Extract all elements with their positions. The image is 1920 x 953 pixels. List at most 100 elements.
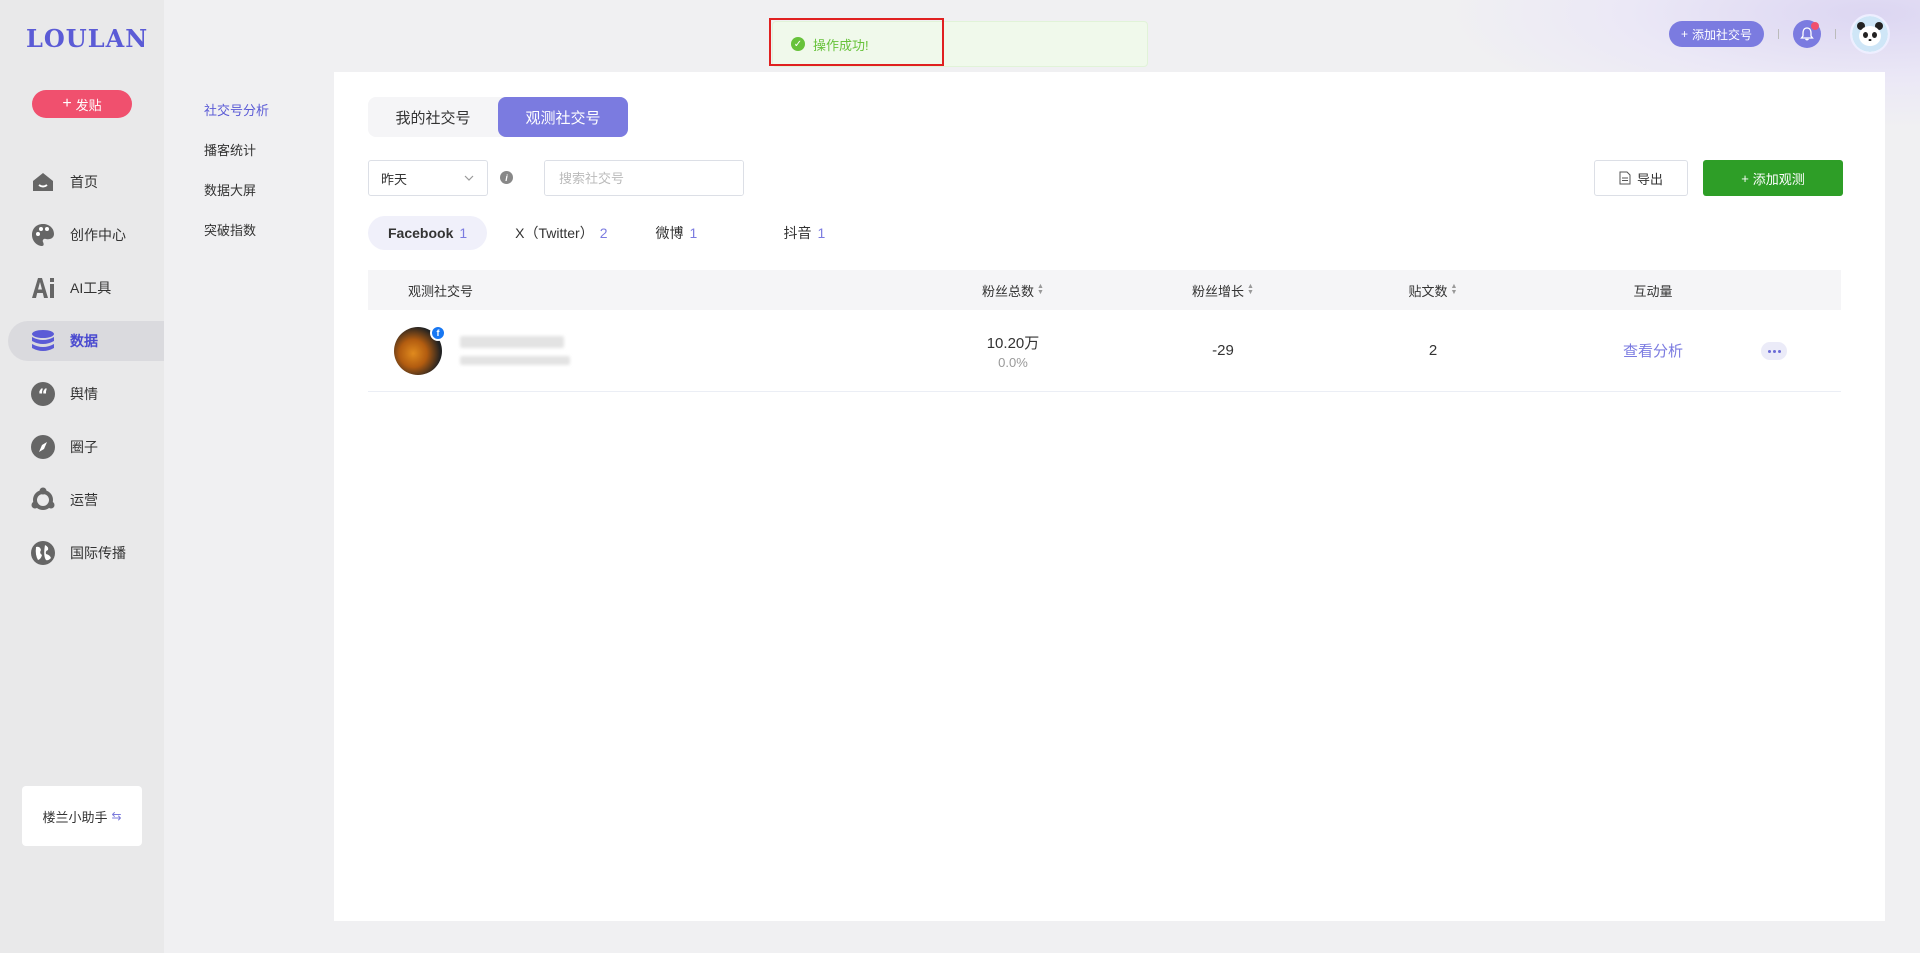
nav-label: 创作中心 <box>70 227 126 243</box>
check-circle-icon: ✓ <box>791 37 805 51</box>
plus-icon: + <box>1741 170 1749 186</box>
export-button[interactable]: 导出 <box>1594 160 1688 196</box>
main-panel: 我的社交号 观测社交号 昨天 i 导出 + 添加观测 Facebook 1 <box>334 72 1885 921</box>
swap-icon: ⇆ <box>111 809 122 823</box>
account-tabs: 我的社交号 观测社交号 <box>368 97 628 137</box>
tab-my-accounts[interactable]: 我的社交号 <box>368 97 498 137</box>
table-header: 观测社交号 粉丝总数 ▲ ▼ 粉丝增长 ▲ ▼ 贴文数 ▲ ▼ 互动量 <box>368 270 1841 310</box>
chevron-down-icon <box>464 175 474 181</box>
fans-total: 10.20万 <box>986 334 1040 352</box>
platform-tab-weibo[interactable]: 微博 1 <box>636 216 756 250</box>
platform-tab-twitter[interactable]: X（Twitter） 2 <box>495 216 627 250</box>
platform-count: 1 <box>459 225 468 241</box>
account-avatar: f <box>394 324 446 375</box>
nav-item-data[interactable]: 数据 <box>8 321 164 361</box>
export-label: 导出 <box>1636 171 1663 187</box>
platform-tab-facebook[interactable]: Facebook 1 <box>368 216 488 250</box>
nav-item-circle[interactable]: 圈子 <box>0 427 164 467</box>
header-posts[interactable]: 贴文数 ▲ ▼ <box>1328 281 1538 300</box>
header-label: 粉丝总数 <box>982 283 1035 299</box>
nav-label: 运营 <box>70 492 98 508</box>
header-label: 互动量 <box>1633 283 1673 299</box>
nav-item-ai-tools[interactable]: AI工具 <box>0 268 164 308</box>
platform-name: 抖音 <box>783 225 812 241</box>
platform-count: 1 <box>689 225 698 241</box>
add-watch-label: 添加观测 <box>1752 171 1805 187</box>
header-growth[interactable]: 粉丝增长 ▲ ▼ <box>1118 281 1328 300</box>
sort-icon[interactable]: ▲ ▼ <box>1451 283 1458 296</box>
plus-icon: + <box>1680 27 1688 41</box>
quote-icon: “ <box>30 381 56 407</box>
palette-icon <box>30 222 56 248</box>
assistant-button[interactable]: 楼兰小助手 ⇆ <box>22 786 142 846</box>
accounts-table: 观测社交号 粉丝总数 ▲ ▼ 粉丝增长 ▲ ▼ 贴文数 ▲ ▼ 互动量 f 10… <box>368 270 1841 392</box>
ai-icon <box>30 275 56 301</box>
subnav-item-social-analysis[interactable]: 社交号分析 <box>204 100 269 120</box>
sort-icon[interactable]: ▲ ▼ <box>1247 283 1254 296</box>
search-box <box>544 160 744 196</box>
top-actions: + 添加社交号 <box>1668 14 1890 54</box>
nav-item-operations[interactable]: 运营 <box>0 480 164 520</box>
add-social-account-button[interactable]: + 添加社交号 <box>1668 21 1764 47</box>
globe-icon <box>30 540 56 566</box>
header-label: 贴文数 <box>1408 283 1448 299</box>
header-interactions: 互动量 <box>1538 281 1768 300</box>
subnav-item-podcast-stats[interactable]: 播客统计 <box>204 140 269 160</box>
compass-icon <box>30 434 56 460</box>
sort-icon[interactable]: ▲ ▼ <box>1037 283 1044 296</box>
document-icon <box>1619 171 1631 185</box>
nav-item-home[interactable]: 首页 <box>0 162 164 202</box>
header-fans[interactable]: 粉丝总数 ▲ ▼ <box>908 281 1118 300</box>
nav-item-international[interactable]: 国际传播 <box>0 533 164 573</box>
operations-icon <box>30 487 56 513</box>
nav-item-sentiment[interactable]: “ 舆情 <box>0 374 164 414</box>
tab-watched-accounts[interactable]: 观测社交号 <box>498 97 628 137</box>
app-logo[interactable]: LOULAN <box>26 24 148 53</box>
nav-label: 首页 <box>70 174 98 190</box>
interactions-cell: 查看分析 <box>1538 340 1768 361</box>
fans-growth: -29 <box>1212 342 1234 359</box>
blurred-handle <box>460 356 570 365</box>
blurred-name <box>460 336 564 348</box>
date-range-select[interactable]: 昨天 <box>368 160 488 196</box>
post-count: 2 <box>1428 342 1438 359</box>
main-nav: 首页 创作中心 AI工具 数据 “ 舆情 圈子 运营 国际传播 <box>0 162 164 586</box>
sub-nav: 社交号分析 播客统计 数据大屏 突破指数 <box>204 100 269 260</box>
post-button-label: 发贴 <box>75 97 102 113</box>
account-cell: f <box>368 324 908 375</box>
info-icon[interactable]: i <box>500 171 513 184</box>
plus-icon: + <box>62 95 72 112</box>
header-label: 观测社交号 <box>408 283 474 299</box>
nav-label: 舆情 <box>70 386 98 402</box>
subnav-item-data-screen[interactable]: 数据大屏 <box>204 180 269 200</box>
main-sidebar: LOULAN + 发贴 首页 创作中心 AI工具 数据 “ 舆情 圈子 运营 国… <box>0 0 164 953</box>
assistant-label: 楼兰小助手 <box>42 809 108 825</box>
platform-filter: Facebook 1 X（Twitter） 2 微博 1 抖音 1 <box>368 216 884 250</box>
fans-cell: 10.20万 0.0% <box>908 332 1118 370</box>
user-avatar[interactable] <box>1850 14 1890 54</box>
platform-name: 微博 <box>655 225 684 241</box>
database-icon <box>30 328 56 354</box>
view-analysis-link[interactable]: 查看分析 <box>1623 340 1683 361</box>
date-range-value: 昨天 <box>381 171 408 187</box>
growth-cell: -29 <box>1118 342 1328 359</box>
subnav-item-breakthrough-index[interactable]: 突破指数 <box>204 220 269 240</box>
add-social-label: 添加社交号 <box>1691 27 1752 42</box>
search-input[interactable] <box>545 161 743 195</box>
nav-item-creation[interactable]: 创作中心 <box>0 215 164 255</box>
platform-count: 2 <box>599 225 608 241</box>
account-name-blurred <box>460 336 570 365</box>
account-info[interactable]: f <box>368 324 908 375</box>
platform-tab-douyin[interactable]: 抖音 1 <box>764 216 884 250</box>
post-button[interactable]: + 发贴 <box>32 90 132 118</box>
header-label: 粉丝增长 <box>1192 283 1245 299</box>
add-watch-button[interactable]: + 添加观测 <box>1703 160 1843 196</box>
facebook-icon: f <box>430 324 446 341</box>
more-options-icon[interactable] <box>1761 342 1787 360</box>
toast-message: 操作成功! <box>813 37 869 53</box>
notification-dot <box>1811 22 1819 30</box>
platform-name: Facebook <box>388 225 454 241</box>
fans-percent: 0.0% <box>998 354 1028 370</box>
notification-button[interactable] <box>1793 20 1821 48</box>
nav-label: 国际传播 <box>70 545 126 561</box>
